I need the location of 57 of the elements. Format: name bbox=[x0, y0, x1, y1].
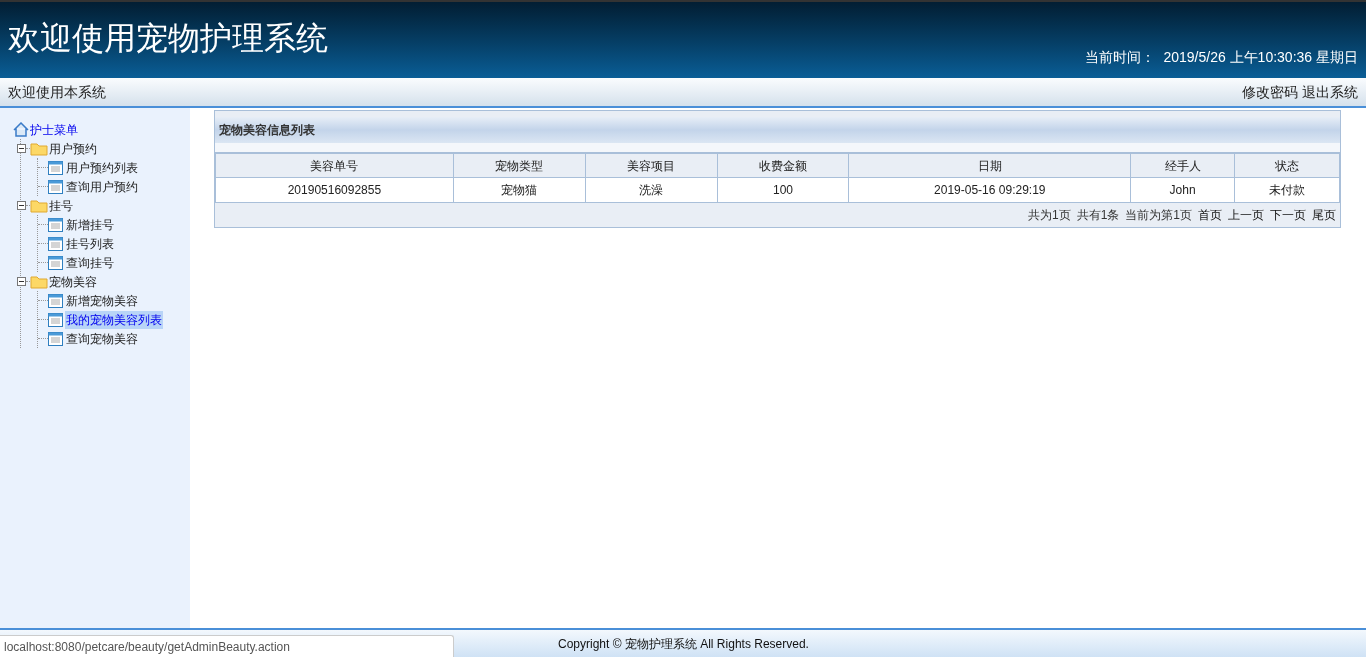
table-cell: John bbox=[1130, 177, 1235, 203]
column-header: 经手人 bbox=[1130, 153, 1235, 178]
pagination-link[interactable]: 上一页 bbox=[1228, 206, 1264, 224]
folder-icon bbox=[30, 198, 48, 213]
pagination-link[interactable]: 下一页 bbox=[1270, 206, 1306, 224]
document-icon bbox=[48, 312, 63, 327]
nav-link[interactable]: 退出系统 bbox=[1302, 81, 1358, 103]
time-label: 当前时间： bbox=[1085, 48, 1156, 67]
copyright-text: Copyright © 宠物护理系统 All Rights Reserved. bbox=[558, 635, 809, 653]
collapse-toggle[interactable] bbox=[17, 277, 26, 286]
document-icon bbox=[48, 255, 63, 270]
document-icon bbox=[48, 217, 63, 232]
column-header: 状态 bbox=[1234, 153, 1340, 178]
panel-title: 宠物美容信息列表 bbox=[215, 117, 1340, 143]
tree-item[interactable]: 查询用户预约 bbox=[65, 177, 139, 196]
home-icon bbox=[13, 122, 29, 137]
column-header: 美容单号 bbox=[215, 153, 454, 178]
pagination-link[interactable]: 尾页 bbox=[1312, 206, 1336, 224]
tree-item[interactable]: 用户预约列表 bbox=[65, 158, 139, 177]
column-header: 日期 bbox=[848, 153, 1131, 178]
tree-item[interactable]: 新增挂号 bbox=[65, 215, 115, 234]
tree-item[interactable]: 挂号列表 bbox=[65, 234, 115, 253]
document-icon bbox=[48, 160, 63, 175]
column-header: 收费金额 bbox=[717, 153, 849, 178]
tree-item[interactable]: 查询挂号 bbox=[65, 253, 115, 272]
pagination-info: 共有1条 bbox=[1076, 207, 1120, 224]
pagination-info: 共为1页 bbox=[1027, 207, 1071, 224]
column-header: 宠物类型 bbox=[453, 153, 586, 178]
column-header: 美容项目 bbox=[585, 153, 718, 178]
tree-folder[interactable]: 用户预约 bbox=[49, 139, 97, 158]
table-cell: 未付款 bbox=[1234, 177, 1340, 203]
document-icon bbox=[48, 331, 63, 346]
welcome-text: 欢迎使用本系统 bbox=[8, 82, 106, 102]
tree-item[interactable]: 新增宠物美容 bbox=[65, 291, 139, 310]
collapse-toggle[interactable] bbox=[17, 201, 26, 210]
folder-icon bbox=[30, 274, 48, 289]
nav-link[interactable]: 修改密码 bbox=[1242, 81, 1298, 103]
status-url: localhost:8080/petcare/beauty/getAdminBeauty.action bbox=[4, 638, 290, 656]
tree-folder[interactable]: 挂号 bbox=[49, 196, 73, 215]
document-icon bbox=[48, 179, 63, 194]
app-title: 欢迎使用宠物护理系统 bbox=[8, 19, 328, 58]
table-cell: 2019-05-16 09:29:19 bbox=[848, 177, 1131, 203]
table-cell: 20190516092855 bbox=[215, 177, 454, 203]
tree-root[interactable]: 护士菜单 bbox=[30, 120, 78, 139]
pagination-info: 当前为第1页 bbox=[1125, 207, 1192, 224]
table-cell: 洗澡 bbox=[585, 177, 718, 203]
document-icon bbox=[48, 293, 63, 308]
tree-item[interactable]: 我的宠物美容列表 bbox=[65, 310, 163, 329]
document-icon bbox=[48, 236, 63, 251]
table-cell: 100 bbox=[717, 177, 849, 203]
collapse-toggle[interactable] bbox=[17, 144, 26, 153]
pagination-link[interactable]: 首页 bbox=[1198, 206, 1222, 224]
current-time: 2019/5/26 上午10:30:36 星期日 bbox=[1163, 48, 1358, 67]
tree-item[interactable]: 查询宠物美容 bbox=[65, 329, 139, 348]
table-cell: 宠物猫 bbox=[453, 177, 586, 203]
tree-folder[interactable]: 宠物美容 bbox=[49, 272, 97, 291]
folder-icon bbox=[30, 141, 48, 156]
